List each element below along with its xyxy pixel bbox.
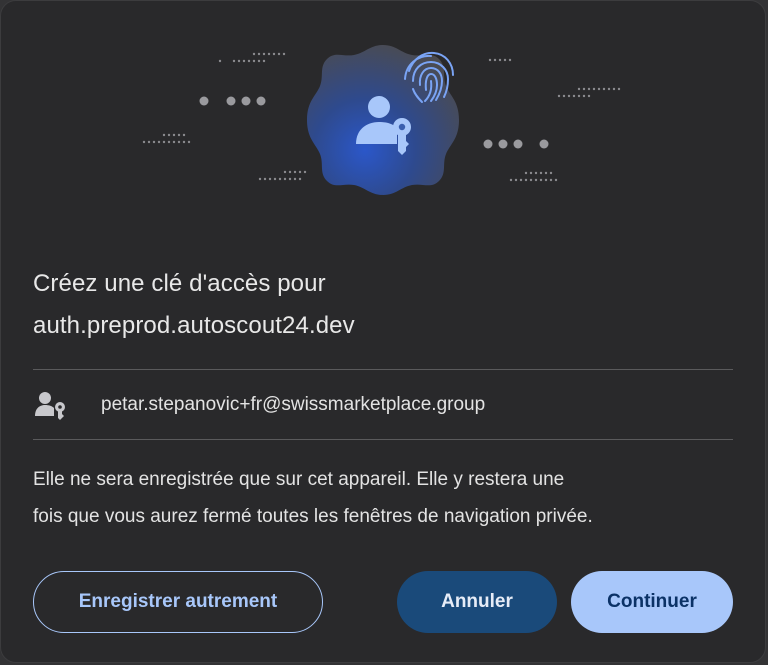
dialog-title: Créez une clé d'accès pour auth.preprod.… — [33, 263, 733, 347]
save-another-way-button[interactable]: Enregistrer autrement — [33, 571, 323, 633]
continue-button[interactable]: Continuer — [571, 571, 733, 633]
person-key-icon — [33, 390, 69, 420]
password-dots-left — [199, 96, 266, 106]
passkey-dialog: Créez une clé d'accès pour auth.preprod.… — [0, 0, 766, 663]
account-row: petar.stepanovic+fr@swissmarketplace.gro… — [33, 370, 733, 440]
passkey-illustration — [142, 45, 621, 195]
dialog-description: Elle ne sera enregistrée que sur cet app… — [33, 461, 743, 535]
divider-bottom — [33, 439, 733, 440]
badge-shape — [307, 45, 459, 195]
account-email: petar.stepanovic+fr@swissmarketplace.gro… — [101, 394, 486, 415]
password-dots-right — [483, 139, 549, 149]
description-line-2: fois que vous aurez fermé toutes les fen… — [33, 506, 593, 527]
description-line-1: Elle ne sera enregistrée que sur cet app… — [33, 469, 565, 490]
title-line-1: Créez une clé d'accès pour — [33, 270, 326, 297]
cancel-button[interactable]: Annuler — [397, 571, 557, 633]
title-domain: auth.preprod.autoscout24.dev — [33, 312, 355, 339]
